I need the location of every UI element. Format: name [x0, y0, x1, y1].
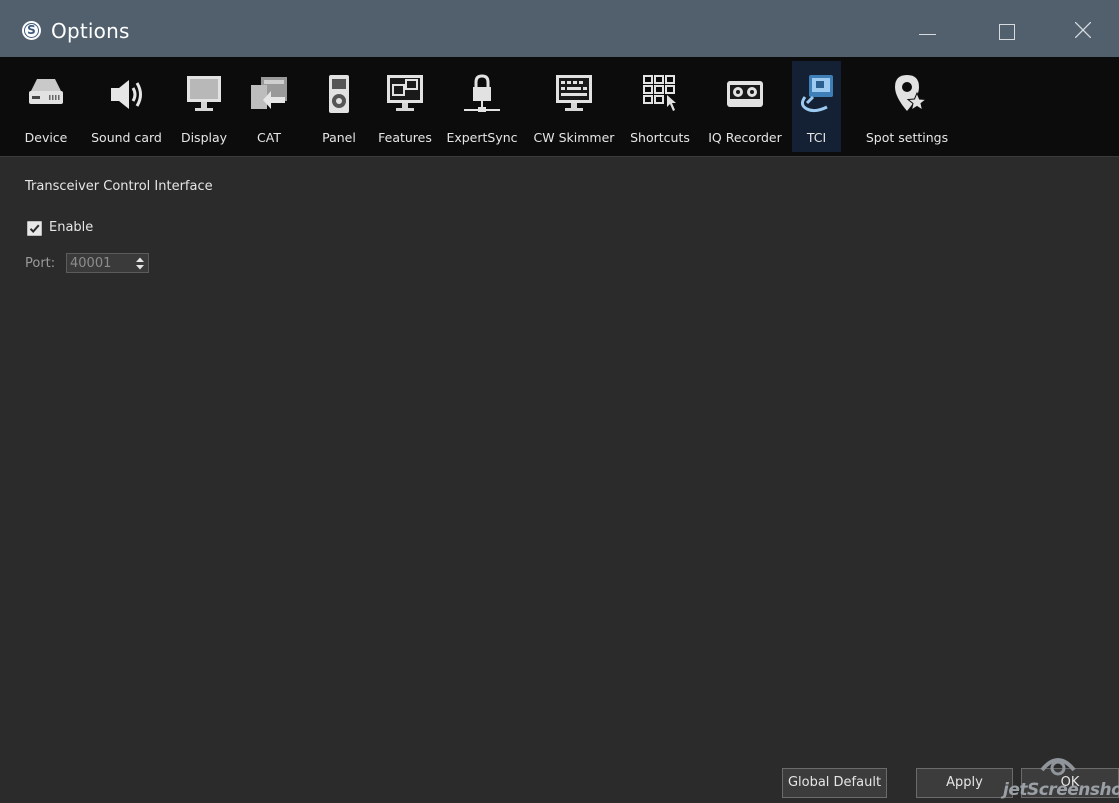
lock-icon: [464, 74, 500, 112]
panel-icon: [329, 75, 349, 113]
tab-label: CW Skimmer: [533, 130, 615, 145]
tab-label: Shortcuts: [630, 130, 690, 145]
tab-iq-recorder[interactable]: IQ Recorder: [700, 61, 790, 152]
spin-arrows[interactable]: [135, 256, 145, 272]
tab-label: ExpertSync: [446, 130, 518, 145]
close-icon: [1075, 22, 1091, 38]
tab-cw-skimmer[interactable]: CW Skimmer: [526, 61, 622, 152]
options-toolbar: Device Sound card Display CAT Panel Feat…: [0, 57, 1119, 157]
tab-cat[interactable]: CAT: [244, 61, 294, 152]
spot-star-icon: [895, 75, 928, 112]
minimize-button[interactable]: [889, 0, 963, 57]
tab-sound-card[interactable]: Sound card: [84, 61, 169, 152]
speaker-icon: [110, 80, 142, 109]
tab-tci[interactable]: TCI: [792, 61, 841, 152]
tab-features[interactable]: Features: [375, 61, 435, 152]
monitor-icon: [187, 76, 221, 111]
shortcuts-icon: [643, 75, 676, 111]
tab-label: Display: [180, 130, 228, 145]
tab-panel[interactable]: Panel: [314, 61, 364, 152]
tab-expertsync[interactable]: ExpertSync: [443, 61, 521, 152]
checkmark-icon: [29, 224, 40, 233]
section-heading: Transceiver Control Interface: [25, 179, 213, 194]
port-spinbox[interactable]: [66, 253, 149, 273]
device-icon: [29, 79, 63, 104]
tape-recorder-icon: [727, 81, 763, 107]
close-button[interactable]: [1045, 0, 1119, 57]
spin-down-icon[interactable]: [135, 264, 145, 271]
keyboard-monitor-icon: [556, 75, 592, 111]
tab-label: IQ Recorder: [708, 130, 782, 145]
apply-button[interactable]: Apply: [916, 768, 1013, 798]
features-icon: [387, 75, 423, 111]
spin-up-icon[interactable]: [135, 256, 145, 263]
tab-label: Device: [24, 130, 68, 145]
tab-label: CAT: [257, 130, 281, 145]
enable-label: Enable: [49, 220, 94, 235]
tab-label: TCI: [806, 130, 827, 145]
tab-display[interactable]: Display: [176, 61, 232, 152]
tab-spot-settings[interactable]: Spot settings: [858, 61, 956, 152]
ok-button[interactable]: OK: [1021, 768, 1119, 798]
tab-shortcuts[interactable]: Shortcuts: [626, 61, 694, 152]
title-bar: S Options: [0, 0, 1119, 57]
global-default-button[interactable]: Global Default: [782, 768, 887, 798]
tab-label: Panel: [322, 130, 356, 145]
tab-label: Spot settings: [865, 130, 949, 145]
app-logo-icon: S: [22, 21, 41, 40]
window-title: Options: [51, 19, 130, 43]
tab-label: Sound card: [91, 130, 162, 145]
enable-checkbox[interactable]: [27, 221, 42, 236]
port-label: Port:: [25, 256, 56, 271]
tab-device[interactable]: Device: [18, 61, 74, 152]
cat-icon: [251, 77, 287, 109]
tab-label: Features: [378, 130, 432, 145]
maximize-button[interactable]: [969, 0, 1043, 57]
tci-icon: [800, 75, 833, 113]
port-input[interactable]: [70, 256, 126, 270]
